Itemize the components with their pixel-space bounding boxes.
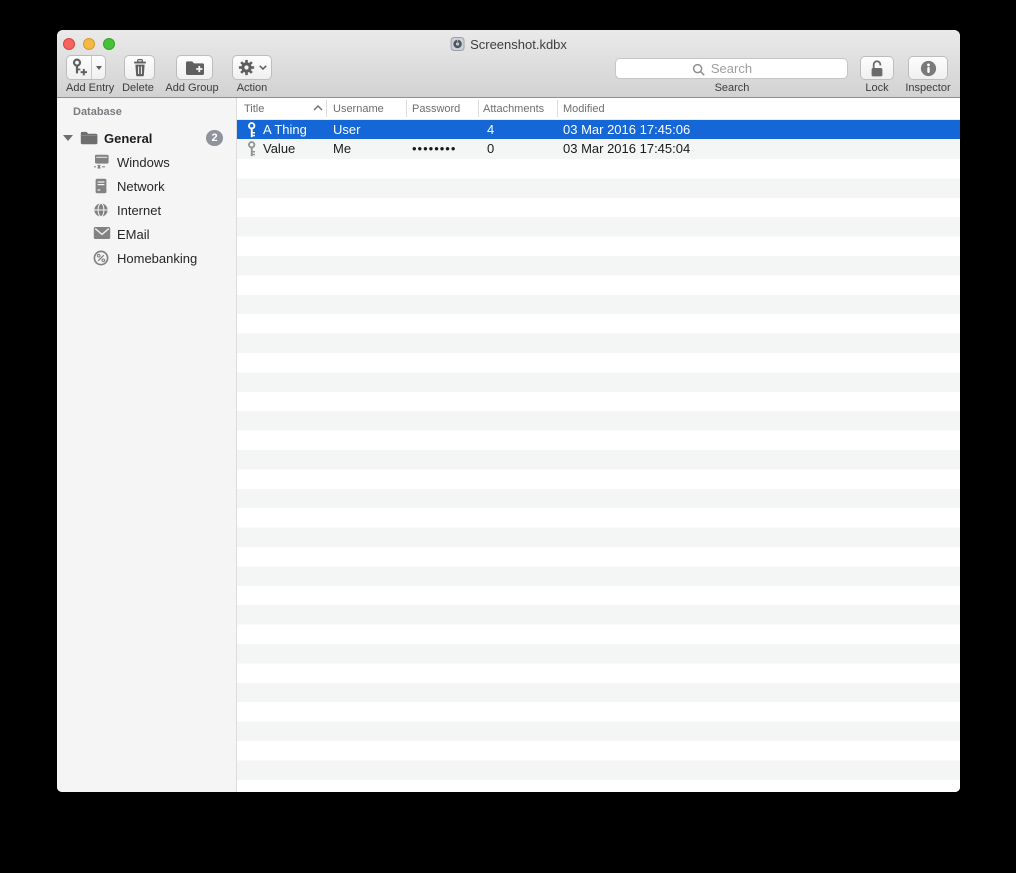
add-entry-button[interactable] [66, 55, 106, 80]
trash-icon [132, 58, 148, 77]
key-icon [246, 141, 258, 158]
search-input[interactable] [616, 59, 847, 78]
sidebar-item-label: Internet [117, 202, 162, 218]
folder-icon [80, 131, 98, 145]
column-header-title[interactable]: Title [244, 98, 264, 120]
window-title: Screenshot.kdbx [470, 36, 567, 52]
cell-attachments: 0 [487, 141, 495, 157]
cell-attachments: 4 [487, 122, 495, 137]
table-header: Title Username Password Attachments Modi… [237, 98, 960, 120]
sidebar-item-label: Windows [117, 154, 170, 170]
entry-count-badge: 2 [206, 130, 223, 146]
cell-title: A Thing [263, 122, 307, 137]
key-plus-icon[interactable] [67, 56, 93, 79]
action-label: Action [236, 82, 268, 94]
minimize-window-button[interactable] [83, 37, 95, 50]
sidebar-item-network[interactable]: Network [57, 174, 237, 198]
envelope-icon [93, 226, 111, 240]
windows-network-icon [93, 154, 111, 170]
delete-label: Delete [122, 82, 154, 94]
delete-button[interactable] [124, 55, 155, 80]
window-title-group: Screenshot.kdbx [450, 36, 567, 52]
zoom-window-button[interactable] [103, 37, 115, 50]
cell-title: Value [263, 141, 296, 157]
sidebar-section-header: Database [73, 106, 122, 118]
lock-label: Lock [865, 82, 889, 94]
empty-row-stripes [237, 158, 960, 792]
sidebar-item-internet[interactable]: Internet [57, 198, 237, 222]
entry-list: Title Username Password Attachments Modi… [237, 98, 960, 792]
disclosure-triangle-icon[interactable] [63, 135, 73, 141]
add-entry-label: Add Entry [66, 82, 115, 94]
action-button[interactable] [232, 55, 272, 80]
open-padlock-icon [869, 59, 885, 78]
percent-icon [93, 250, 109, 266]
column-header-attachments[interactable]: Attachments [483, 98, 544, 120]
sidebar-item-windows[interactable]: Windows [57, 150, 237, 174]
cell-password: •••••••• [412, 141, 457, 157]
inspector-button[interactable] [908, 56, 948, 80]
sidebar-item-email[interactable]: EMail [57, 222, 237, 246]
column-header-password[interactable]: Password [412, 98, 460, 120]
sidebar: Database General 2 Windows Network Inter… [57, 98, 237, 792]
folder-plus-icon [185, 60, 205, 76]
table-body: A Thing User 4 03 Mar 2016 17:45:06 Valu… [237, 120, 960, 792]
globe-icon [93, 202, 109, 218]
sidebar-item-label: Homebanking [117, 250, 198, 266]
lock-button[interactable] [860, 56, 894, 80]
info-icon [920, 60, 937, 77]
table-row[interactable]: A Thing User 4 03 Mar 2016 17:45:06 [237, 120, 960, 140]
cell-modified: 03 Mar 2016 17:45:04 [563, 141, 691, 157]
app-window: Screenshot.kdbx Add Entry Delete Add Gro… [57, 30, 960, 792]
sidebar-item-label: Network [117, 178, 165, 194]
column-header-username[interactable]: Username [333, 98, 384, 120]
desktop-background: Screenshot.kdbx Add Entry Delete Add Gro… [0, 0, 1016, 873]
sidebar-item-label: EMail [117, 226, 150, 242]
sidebar-item-label: General [104, 130, 153, 146]
column-header-modified[interactable]: Modified [563, 98, 605, 120]
cell-modified: 03 Mar 2016 17:45:06 [563, 122, 691, 137]
close-window-button[interactable] [63, 37, 75, 50]
chevron-down-icon [258, 65, 267, 70]
gear-icon [238, 59, 255, 76]
sidebar-item-general[interactable]: General 2 [57, 126, 237, 150]
key-icon [246, 121, 258, 139]
table-row[interactable]: Value Me •••••••• 0 03 Mar 2016 17:45:04 [237, 139, 960, 159]
document-icon [450, 37, 465, 51]
inspector-label: Inspector [905, 82, 951, 94]
search-field[interactable] [615, 58, 848, 79]
sort-ascending-icon [313, 105, 323, 111]
window-chrome: Screenshot.kdbx Add Entry Delete Add Gro… [57, 30, 960, 98]
search-label: Search [714, 82, 750, 94]
server-icon [93, 178, 109, 194]
add-entry-dropdown-arrow-icon[interactable] [92, 56, 105, 79]
cell-username: User [333, 122, 361, 137]
cell-username: Me [333, 141, 352, 157]
add-group-label: Add Group [165, 82, 219, 94]
sidebar-item-homebanking[interactable]: Homebanking [57, 246, 237, 270]
add-group-button[interactable] [176, 55, 213, 80]
